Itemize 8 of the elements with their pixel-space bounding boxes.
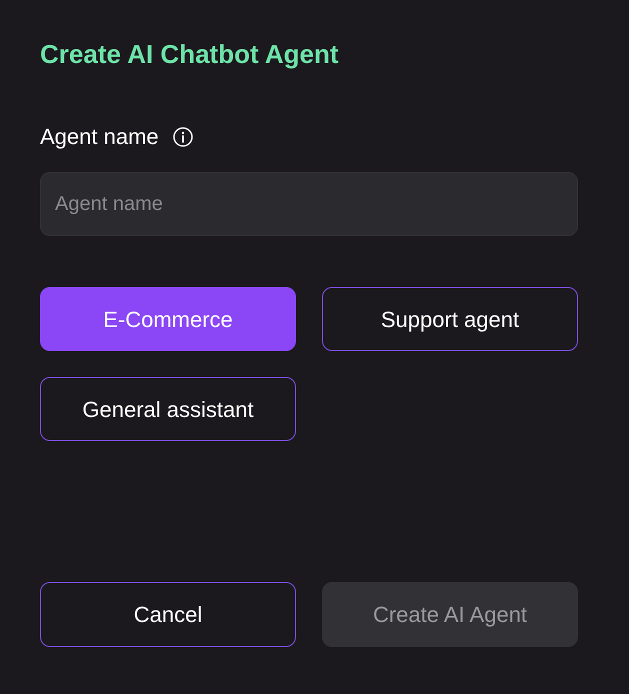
info-icon bbox=[172, 127, 193, 147]
preset-option-button[interactable]: Support agent bbox=[322, 287, 578, 351]
field-label: Agent name bbox=[40, 123, 159, 151]
preset-option-button[interactable]: E-Commerce bbox=[40, 287, 296, 351]
preset-option-button[interactable]: General assistant bbox=[40, 377, 296, 441]
dialog-title: Create AI Chatbot Agent bbox=[40, 38, 339, 70]
agent-name-input[interactable]: Agent name bbox=[40, 172, 578, 236]
cancel-button[interactable]: Cancel bbox=[40, 582, 296, 647]
